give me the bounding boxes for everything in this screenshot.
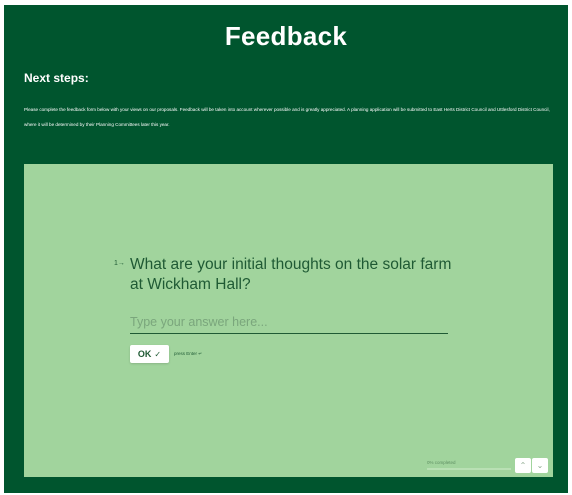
feedback-form-panel: 1→ What are your initial thoughts on the… (24, 164, 553, 477)
progress-track (427, 468, 511, 470)
chevron-down-icon[interactable]: ⌄ (532, 458, 548, 473)
ok-button-label: OK (137, 349, 152, 359)
question-navigation: ⌃ ⌄ (515, 458, 548, 473)
progress-indicator: 0% completed (427, 460, 511, 470)
next-steps-heading: Next steps: (24, 71, 89, 85)
page-title: Feedback (224, 21, 348, 51)
answer-input[interactable] (130, 311, 448, 334)
progress-text: 0% completed (427, 460, 456, 465)
check-icon: ✓ (154, 349, 162, 359)
chevron-up-icon[interactable]: ⌃ (515, 458, 531, 473)
ok-button[interactable]: OK ✓ (130, 345, 169, 363)
feedback-page: Feedback Next steps: Please complete the… (4, 5, 568, 493)
press-enter-hint: press Enter ↵ (174, 351, 203, 356)
question-text: What are your initial thoughts on the so… (130, 256, 452, 293)
question-number-arrow-icon: 1→ (114, 260, 125, 267)
intro-paragraph: Please complete the feedback form below … (24, 107, 550, 127)
